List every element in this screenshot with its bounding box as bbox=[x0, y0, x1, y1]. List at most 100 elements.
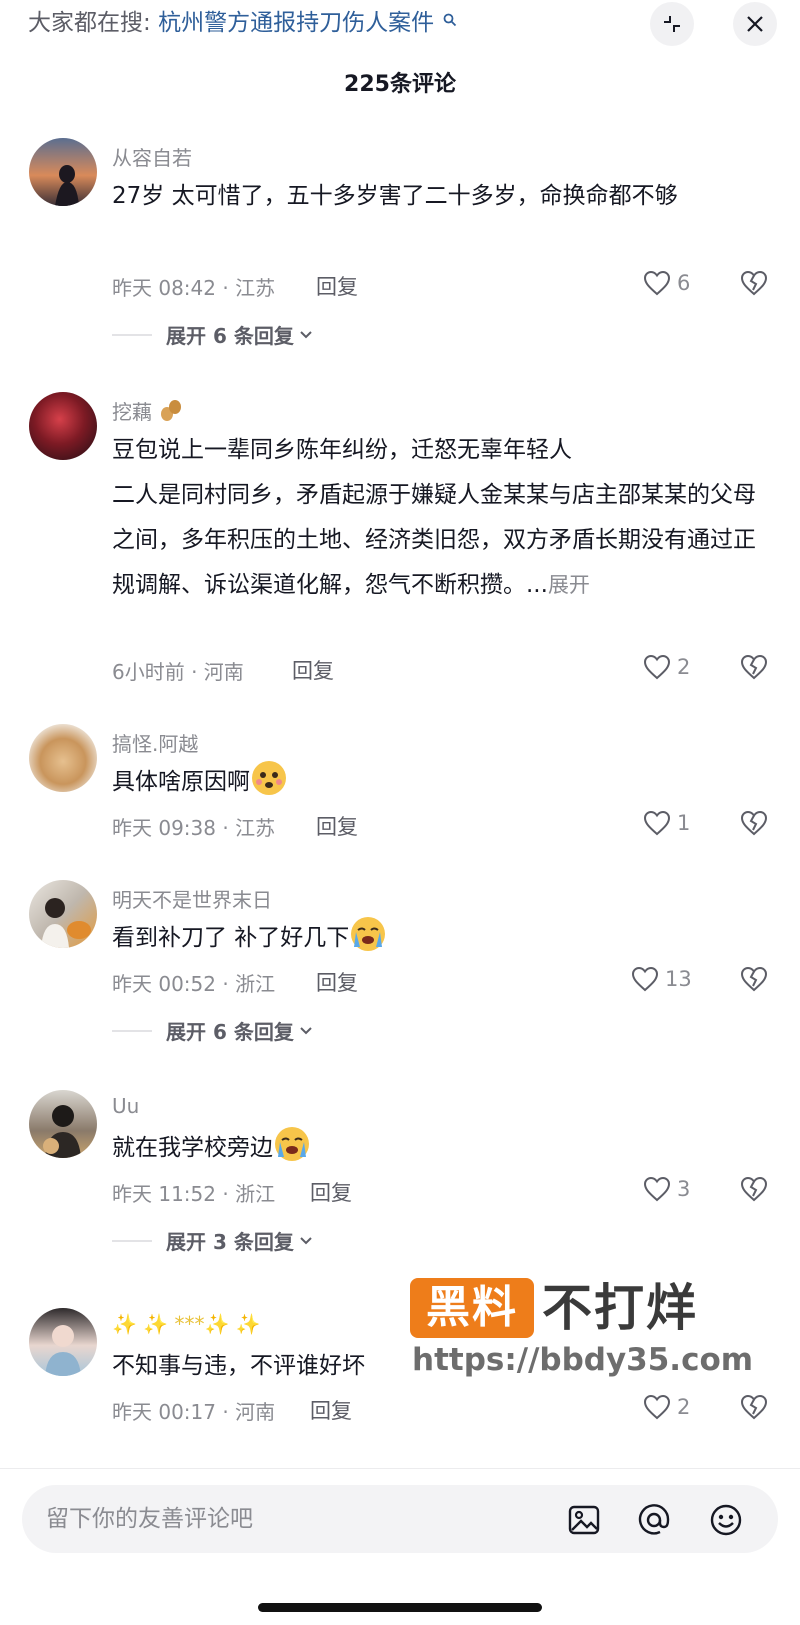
like-button[interactable]: 1 bbox=[643, 810, 690, 836]
divider bbox=[112, 1239, 152, 1242]
watermark: 黑料 不打烊 https://bbdy35.com bbox=[410, 1276, 754, 1396]
trending-search-hint[interactable]: 大家都在搜: 杭州警方通报持刀伤人案件 bbox=[28, 8, 457, 38]
comment-username[interactable]: 明天不是世界末日 bbox=[112, 884, 272, 913]
reply-button[interactable]: 回复 bbox=[316, 271, 358, 301]
top-bar: 大家都在搜: 杭州警方通报持刀伤人案件 bbox=[0, 0, 800, 50]
watermark-badge: 黑料 bbox=[410, 1278, 534, 1338]
expand-replies-button[interactable]: 展开 6 条回复 bbox=[112, 1016, 314, 1045]
trending-search-query[interactable]: 杭州警方通报持刀伤人案件 bbox=[158, 10, 434, 36]
close-icon bbox=[747, 16, 763, 32]
collapse-arrows-icon bbox=[664, 16, 680, 32]
dislike-button[interactable] bbox=[740, 1394, 768, 1424]
expand-replies-button[interactable]: 展开 3 条回复 bbox=[112, 1226, 314, 1255]
reply-button[interactable]: 回复 bbox=[316, 811, 358, 841]
avatar[interactable] bbox=[29, 724, 97, 792]
like-button[interactable]: 2 bbox=[643, 654, 690, 680]
expand-text-link[interactable]: 展开 bbox=[548, 573, 590, 597]
comment-username[interactable]: 挖藕 bbox=[112, 400, 152, 424]
like-count: 3 bbox=[677, 1177, 691, 1201]
comment-username-row: 挖藕 bbox=[112, 396, 184, 425]
like-button[interactable]: 6 bbox=[643, 270, 690, 296]
comment-input-container[interactable] bbox=[22, 1485, 778, 1553]
trending-search-prefix: 大家都在搜: bbox=[28, 10, 151, 36]
broken-heart-icon bbox=[740, 966, 768, 992]
collapse-button[interactable] bbox=[650, 2, 694, 46]
comment-time-location: 昨天 08:42 · 江苏 bbox=[112, 276, 276, 300]
reply-button[interactable]: 回复 bbox=[292, 655, 334, 685]
dislike-button[interactable] bbox=[740, 966, 768, 996]
like-count: 2 bbox=[677, 655, 691, 679]
avatar[interactable] bbox=[29, 1090, 97, 1158]
home-indicator[interactable] bbox=[258, 1603, 542, 1612]
watermark-title: 不打烊 bbox=[542, 1279, 698, 1337]
expand-replies-label: 展开 3 条回复 bbox=[166, 1230, 294, 1254]
heart-icon bbox=[643, 654, 671, 680]
chevron-down-icon bbox=[300, 330, 312, 338]
comment-time-location: 昨天 09:38 · 江苏 bbox=[112, 816, 276, 840]
comment-text-body: 看到补刀了 补了好几下 bbox=[112, 925, 350, 951]
comment-username[interactable]: Uu bbox=[112, 1094, 139, 1118]
dislike-button[interactable] bbox=[740, 810, 768, 840]
like-button[interactable]: 3 bbox=[643, 1176, 690, 1202]
dislike-button[interactable] bbox=[740, 1176, 768, 1206]
comment-username[interactable]: ✨ ✨ ***✨ ✨ bbox=[112, 1312, 261, 1336]
comment-text-line: 豆包说上一辈同乡陈年纠纷，迁怒无辜年轻人 bbox=[112, 437, 572, 463]
reply-button[interactable]: 回复 bbox=[316, 967, 358, 997]
divider bbox=[112, 1029, 152, 1032]
comment-text-paragraph: 二人是同村同乡，矛盾起源于嫌疑人金某某与店主邵某某的父母之间，多年积压的土地、经… bbox=[112, 473, 762, 608]
close-button[interactable] bbox=[733, 2, 777, 46]
heart-icon bbox=[643, 270, 671, 296]
like-count: 1 bbox=[677, 811, 691, 835]
heart-icon bbox=[643, 1176, 671, 1202]
comment-text: 就在我学校旁边 bbox=[112, 1126, 762, 1171]
chevron-down-icon bbox=[300, 1026, 312, 1034]
crying-face-emoji-icon bbox=[351, 917, 386, 951]
broken-heart-icon bbox=[740, 270, 768, 296]
comment-time-location: 昨天 00:52 · 浙江 bbox=[112, 972, 276, 996]
comment-count-title: 225条评论 bbox=[344, 72, 456, 97]
crying-face-emoji-icon bbox=[275, 1127, 309, 1161]
comment-text-body: 二人是同村同乡，矛盾起源于嫌疑人金某某与店主邵某某的父母之间，多年积压的土地、经… bbox=[112, 482, 756, 598]
comment-input[interactable] bbox=[46, 1485, 526, 1553]
dislike-button[interactable] bbox=[740, 654, 768, 684]
comment-time-location: 昨天 00:17 · 河南 bbox=[112, 1400, 276, 1424]
comment-username[interactable]: 搞怪.阿越 bbox=[112, 728, 198, 757]
like-button[interactable]: 2 bbox=[643, 1394, 690, 1420]
reply-button[interactable]: 回复 bbox=[310, 1395, 352, 1425]
image-icon[interactable] bbox=[566, 1502, 602, 1538]
like-count: 6 bbox=[677, 271, 691, 295]
avatar[interactable] bbox=[29, 138, 97, 206]
heart-icon bbox=[631, 966, 659, 992]
avatar[interactable] bbox=[29, 392, 97, 460]
at-mention-icon[interactable] bbox=[636, 1502, 672, 1538]
comment-text: 看到补刀了 补了好几下 bbox=[112, 916, 762, 961]
avatar[interactable] bbox=[29, 880, 97, 948]
reply-button[interactable]: 回复 bbox=[310, 1177, 352, 1207]
divider bbox=[112, 333, 152, 336]
comment-username[interactable]: 从容自若 bbox=[112, 142, 192, 171]
broken-heart-icon bbox=[740, 810, 768, 836]
comment-time-location: 6小时前 · 河南 bbox=[112, 660, 244, 684]
expand-replies-label: 展开 6 条回复 bbox=[166, 324, 294, 348]
avatar[interactable] bbox=[29, 1308, 97, 1376]
chevron-down-icon bbox=[300, 1236, 312, 1244]
magnifier-icon bbox=[443, 13, 457, 31]
comment-text-body: 具体啥原因啊 bbox=[112, 769, 250, 795]
comment-time-location: 昨天 11:52 · 浙江 bbox=[112, 1182, 276, 1206]
expand-replies-label: 展开 6 条回复 bbox=[166, 1020, 294, 1044]
watermark-url: https://bbdy35.com bbox=[412, 1342, 754, 1378]
comment-text: 豆包说上一辈同乡陈年纠纷，迁怒无辜年轻人 二人是同村同乡，矛盾起源于嫌疑人金某某… bbox=[112, 428, 762, 608]
comment-text: 具体啥原因啊 bbox=[112, 760, 762, 805]
dislike-button[interactable] bbox=[740, 270, 768, 300]
dizzy-face-emoji-icon bbox=[252, 761, 286, 795]
like-count: 13 bbox=[665, 967, 692, 991]
expand-replies-button[interactable]: 展开 6 条回复 bbox=[112, 320, 314, 349]
broken-heart-icon bbox=[740, 1176, 768, 1202]
comment-text: 27岁 太可惜了，五十多岁害了二十多岁，命换命都不够 bbox=[112, 183, 678, 209]
comment-input-bar bbox=[0, 1468, 800, 1625]
heart-icon bbox=[643, 1394, 671, 1420]
comment-text-body: 就在我学校旁边 bbox=[112, 1135, 273, 1161]
like-button[interactable]: 13 bbox=[631, 966, 692, 992]
emoji-icon[interactable] bbox=[708, 1502, 744, 1538]
broken-heart-icon bbox=[740, 1394, 768, 1420]
